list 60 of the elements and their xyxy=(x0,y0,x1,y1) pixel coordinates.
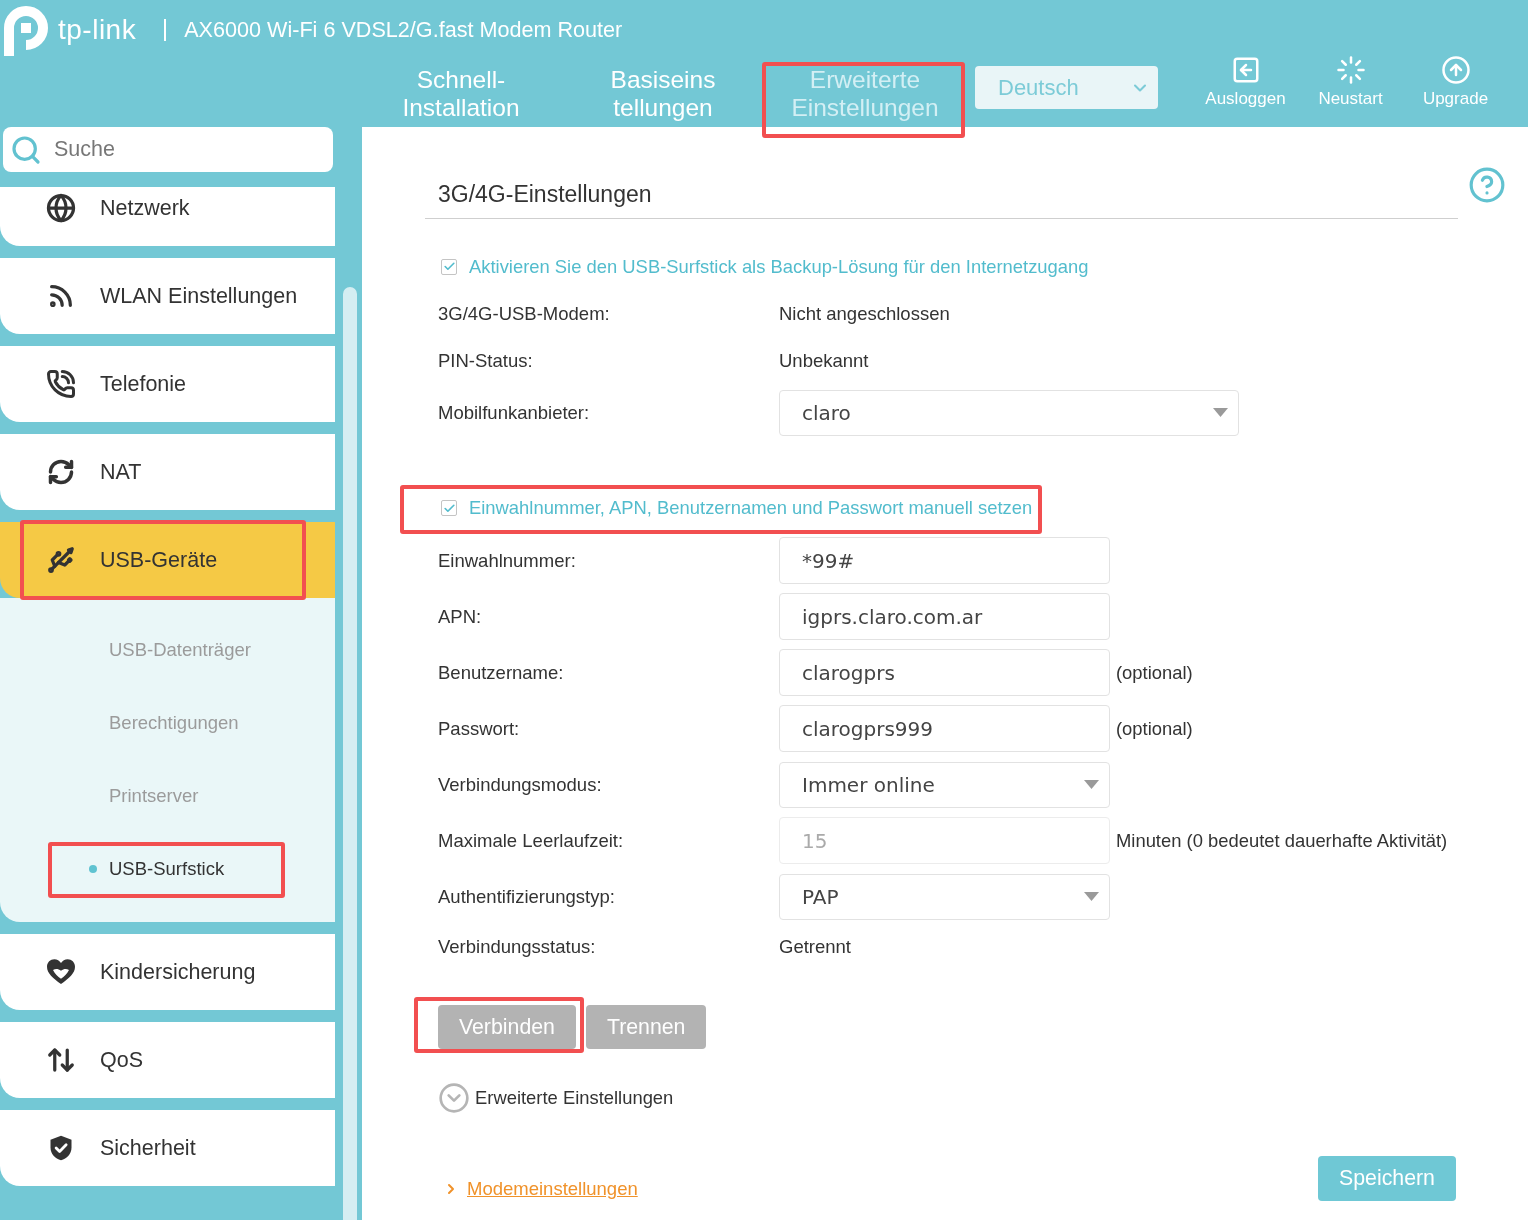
caret-icon xyxy=(1084,780,1099,789)
field-label: Passwort: xyxy=(438,717,521,740)
field-value: Getrennt xyxy=(779,936,851,958)
field-label: Verbindungsstatus: xyxy=(438,936,597,958)
submenu-item[interactable]: USB-Surfstick xyxy=(0,832,335,905)
spinner-icon xyxy=(1335,55,1366,85)
text-field[interactable]: clarogprs999 xyxy=(779,705,1110,752)
field-hint: (optional) xyxy=(1116,717,1193,740)
field-hint: (optional) xyxy=(1116,661,1193,684)
globe-icon xyxy=(46,193,76,223)
menu-item[interactable]: USB-Geräte xyxy=(0,522,335,598)
cycle-arrows-icon xyxy=(47,458,75,486)
field-label: PIN-Status: xyxy=(438,349,534,372)
field-label: Benutzername: xyxy=(438,661,565,684)
scrollbar-thumb[interactable] xyxy=(343,287,357,1220)
field-value: Unbekannt xyxy=(779,349,869,372)
page-title: 3G/4G-Einstellungen xyxy=(438,180,652,209)
field-label: APN: xyxy=(438,605,483,628)
usb-icon xyxy=(46,545,76,575)
field-label: Einwahlnummer: xyxy=(438,549,577,572)
signal-waves-icon xyxy=(47,282,75,310)
submenu-item[interactable]: Berechtigungen xyxy=(0,686,335,759)
caret-icon xyxy=(1084,892,1099,901)
submenu-item[interactable]: USB-Datenträger xyxy=(0,613,335,686)
section-toggle[interactable]: Erweiterte Einstellungen xyxy=(475,1087,674,1109)
dot-icon xyxy=(89,864,97,873)
dropdown[interactable]: PAP xyxy=(779,873,1110,920)
checkbox[interactable] xyxy=(441,500,457,516)
check-icon xyxy=(442,260,456,273)
menu-item[interactable]: Telefonie xyxy=(0,346,335,422)
help-icon xyxy=(1468,166,1506,204)
field-label: Authentifizierungstyp: xyxy=(438,885,616,908)
text-field[interactable]: *99# xyxy=(779,537,1110,584)
field-label: Maximale Leerlaufzeit: xyxy=(438,829,625,852)
caret-icon xyxy=(1213,408,1228,417)
dropdown[interactable]: Immer online xyxy=(779,761,1110,808)
field-label: 3G/4G-USB-Modem: xyxy=(438,302,611,325)
logo-text: tp-link xyxy=(58,14,137,46)
search-field[interactable]: Suche xyxy=(3,127,333,172)
menu-item[interactable]: WLAN Einstellungen xyxy=(0,258,335,334)
check-icon xyxy=(442,501,456,515)
dropdown[interactable]: claro xyxy=(779,389,1239,436)
product-title: AX6000 Wi-Fi 6 VDSL2/G.fast Modem Router xyxy=(184,17,623,43)
field-hint: Minuten (0 bedeutet dauerhafte Aktivität) xyxy=(1116,829,1448,852)
search-icon xyxy=(10,133,42,166)
menu-item[interactable]: Sicherheit xyxy=(0,1110,335,1186)
field-label: Mobilfunkanbieter: xyxy=(438,401,591,424)
settings-link[interactable]: Modemeinstellungen xyxy=(467,1178,638,1200)
menu-item[interactable]: Netzwerk xyxy=(0,187,335,246)
menu-item[interactable]: QoS xyxy=(0,1022,335,1098)
checkbox[interactable] xyxy=(441,258,457,275)
field-label: Verbindungsmodus: xyxy=(438,773,603,796)
up-down-arrows-icon xyxy=(46,1045,76,1075)
text-field[interactable]: clarogprs xyxy=(779,649,1110,696)
menu-item[interactable]: Kindersicherung xyxy=(0,934,335,1010)
phone-icon xyxy=(46,369,76,399)
field-value: Nicht angeschlossen xyxy=(779,302,950,325)
text-field[interactable]: igprs.claro.com.ar xyxy=(779,593,1110,640)
submenu-item[interactable]: Printserver xyxy=(0,759,335,832)
menu-item[interactable]: NAT xyxy=(0,434,335,510)
